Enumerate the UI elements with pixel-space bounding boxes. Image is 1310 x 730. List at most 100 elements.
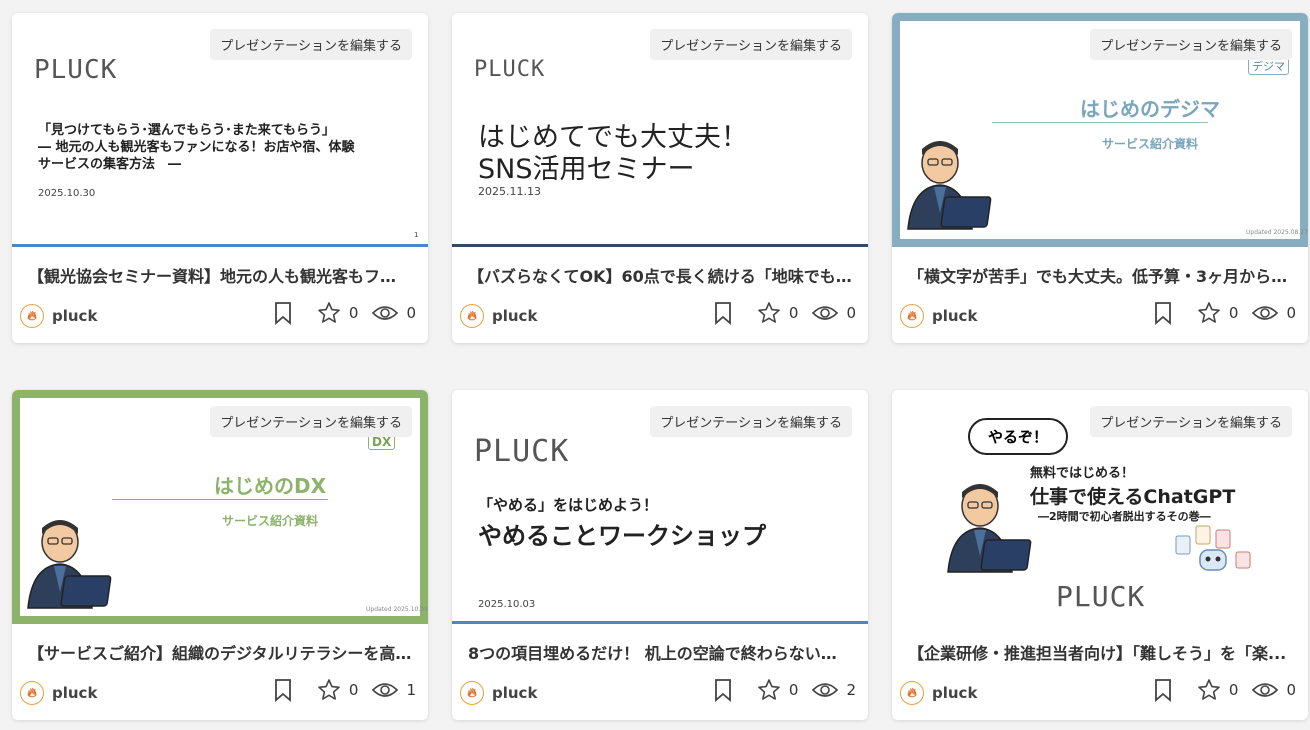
slide-thumbnail[interactable]: プレゼンテーションを編集する PLUCK 「やめる」をはじめよう！ やめることワ… xyxy=(452,390,868,624)
flame-icon: 🔥︎ xyxy=(900,304,924,328)
card-footer: 🔥︎ pluck 0 0 xyxy=(900,301,1296,331)
author-name: pluck xyxy=(932,684,978,702)
author[interactable]: 🔥︎ pluck xyxy=(900,304,977,328)
slide-title: はじめのデジマ xyxy=(1080,97,1220,121)
slide-date: 2025.10.30 xyxy=(38,188,96,199)
slide-line: SNS活用セミナー xyxy=(478,154,695,185)
card-footer: 🔥︎ pluck 0 2 xyxy=(460,678,856,708)
edit-presentation-button[interactable]: プレゼンテーションを編集する xyxy=(1090,29,1292,60)
slide-updated: Updated 2025.08.17 xyxy=(1246,229,1308,236)
author-name: pluck xyxy=(492,684,538,702)
eye-icon xyxy=(1252,303,1279,323)
card-stats: 0 0 xyxy=(1153,301,1296,325)
slide-thumbnail[interactable]: プレゼンテーションを編集する DX はじめのDX サービス紹介資料 Update… xyxy=(12,390,428,624)
bookmark-icon[interactable] xyxy=(713,301,733,325)
author-name: pluck xyxy=(492,307,538,325)
presentation-card[interactable]: プレゼンテーションを編集する PLUCK はじめてでも大丈夫！ SNS活用セミナ… xyxy=(452,13,868,343)
card-stats: 0 0 xyxy=(273,301,416,325)
slide-thumbnail[interactable]: プレゼンテーションを編集する PLUCK はじめてでも大丈夫！ SNS活用セミナ… xyxy=(452,13,868,247)
pluck-logo: PLUCK xyxy=(34,55,118,85)
edit-presentation-button[interactable]: プレゼンテーションを編集する xyxy=(650,406,852,437)
card-stats: 0 2 xyxy=(713,678,856,702)
card-title[interactable]: 【サービスご紹介】組織のデジタルリテラシーを高... xyxy=(28,640,412,664)
card-stats: 0 0 xyxy=(1153,678,1296,702)
robot-icon xyxy=(1175,525,1251,571)
card-title[interactable]: 【企業研修・推進担当者向け】「難しそう」を「楽... xyxy=(908,640,1292,664)
presenter-illustration xyxy=(27,520,112,609)
like-count: 0 xyxy=(1228,304,1239,322)
slide-subtitle: サービス紹介資料 xyxy=(1101,137,1198,151)
slide-bottom-bar xyxy=(12,244,428,247)
card-title[interactable]: 8つの項目埋めるだけ！ 机上の空論で終わらない「... xyxy=(468,640,852,664)
view-count: 0 xyxy=(1286,304,1296,322)
star-icon[interactable] xyxy=(757,678,781,702)
card-stats: 0 1 xyxy=(273,678,416,702)
slide-divider xyxy=(112,499,328,500)
slide-thumbnail[interactable]: プレゼンテーションを編集する デジマ はじめのデジマ サービス紹介資料 Upda… xyxy=(892,13,1308,247)
author-name: pluck xyxy=(52,307,98,325)
presentation-card[interactable]: プレゼンテーションを編集する やるぞ！ 無料ではじめる！ 仕事で使えるChatG… xyxy=(892,390,1308,720)
author[interactable]: 🔥︎ pluck xyxy=(460,681,537,705)
slide-line: やめることワークショップ xyxy=(478,522,766,550)
edit-presentation-button[interactable]: プレゼンテーションを編集する xyxy=(210,406,412,437)
flame-icon: 🔥︎ xyxy=(20,681,44,705)
star-icon[interactable] xyxy=(757,301,781,325)
author[interactable]: 🔥︎ pluck xyxy=(20,681,97,705)
presenter-illustration xyxy=(947,484,1032,573)
author-name: pluck xyxy=(932,307,978,325)
like-count: 0 xyxy=(348,681,359,699)
slide-thumbnail[interactable]: プレゼンテーションを編集する PLUCK 「見つけてもらう･選んでもらう･また来… xyxy=(12,13,428,247)
slide-line: 「やめる」をはじめよう！ xyxy=(478,496,659,514)
author[interactable]: 🔥︎ pluck xyxy=(20,304,97,328)
flame-icon: 🔥︎ xyxy=(460,304,484,328)
edit-presentation-button[interactable]: プレゼンテーションを編集する xyxy=(210,29,412,60)
eye-icon xyxy=(372,303,399,323)
slide-thumbnail[interactable]: プレゼンテーションを編集する やるぞ！ 無料ではじめる！ 仕事で使えるChatG… xyxy=(892,390,1308,624)
bookmark-icon[interactable] xyxy=(713,678,733,702)
bookmark-icon[interactable] xyxy=(273,678,293,702)
slide-date: 2025.11.13 xyxy=(478,185,541,198)
card-title[interactable]: 【バズらなくてOK】60点で長く続ける「地味でも... xyxy=(468,263,852,287)
flame-icon: 🔥︎ xyxy=(460,681,484,705)
card-title[interactable]: 【観光協会セミナー資料】地元の人も観光客もファ... xyxy=(28,263,412,287)
view-count: 0 xyxy=(846,304,856,322)
slide-bottom-bar xyxy=(452,244,868,247)
presentation-card[interactable]: プレゼンテーションを編集する DX はじめのDX サービス紹介資料 Update… xyxy=(12,390,428,720)
edit-presentation-button[interactable]: プレゼンテーションを編集する xyxy=(650,29,852,60)
star-icon[interactable] xyxy=(1197,301,1221,325)
star-icon[interactable] xyxy=(1197,678,1221,702)
view-count: 0 xyxy=(1286,681,1296,699)
edit-presentation-button[interactable]: プレゼンテーションを編集する xyxy=(1090,406,1292,437)
bookmark-icon[interactable] xyxy=(1153,678,1173,702)
presentation-card[interactable]: プレゼンテーションを編集する PLUCK 「見つけてもらう･選んでもらう･また来… xyxy=(12,13,428,343)
star-icon[interactable] xyxy=(317,678,341,702)
slide-line: 仕事で使えるChatGPT xyxy=(1030,486,1236,508)
flame-icon: 🔥︎ xyxy=(20,304,44,328)
author[interactable]: 🔥︎ pluck xyxy=(900,681,977,705)
eye-icon xyxy=(812,680,839,700)
author[interactable]: 🔥︎ pluck xyxy=(460,304,537,328)
like-count: 0 xyxy=(1228,681,1239,699)
bookmark-icon[interactable] xyxy=(273,301,293,325)
bookmark-icon[interactable] xyxy=(1153,301,1173,325)
slide-date: 2025.10.03 xyxy=(478,599,536,610)
card-footer: 🔥︎ pluck 0 0 xyxy=(20,301,416,331)
presentation-card[interactable]: プレゼンテーションを編集する デジマ はじめのデジマ サービス紹介資料 Upda… xyxy=(892,13,1308,343)
card-title[interactable]: 「横文字が苦手」でも大丈夫。低予算・3ヶ月からS... xyxy=(908,263,1292,287)
star-icon[interactable] xyxy=(317,301,341,325)
eye-icon xyxy=(1252,680,1279,700)
card-footer: 🔥︎ pluck 0 0 xyxy=(460,301,856,331)
slide-title: はじめのDX xyxy=(213,474,327,498)
slide-page-number: 1 xyxy=(414,231,419,239)
view-count: 1 xyxy=(406,681,416,699)
pluck-logo: PLUCK xyxy=(474,57,546,82)
eye-icon xyxy=(812,303,839,323)
like-count: 0 xyxy=(788,304,799,322)
pluck-logo: PLUCK xyxy=(1056,580,1146,613)
presenter-illustration xyxy=(907,141,992,230)
presentation-card[interactable]: プレゼンテーションを編集する PLUCK 「やめる」をはじめよう！ やめることワ… xyxy=(452,390,868,720)
slide-divider xyxy=(992,122,1208,123)
card-footer: 🔥︎ pluck 0 0 xyxy=(900,678,1296,708)
card-footer: 🔥︎ pluck 0 1 xyxy=(20,678,416,708)
view-count: 2 xyxy=(846,681,856,699)
